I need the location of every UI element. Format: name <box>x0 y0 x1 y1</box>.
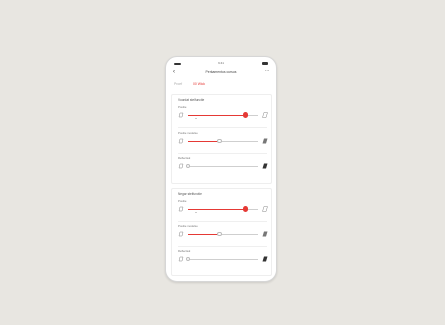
shape-large-icon <box>262 112 268 118</box>
slider-track[interactable] <box>188 138 258 144</box>
position-model-slider[interactable] <box>178 229 268 239</box>
slider-label: Positie modelse <box>178 224 198 228</box>
slider-row: Positie modelse <box>172 224 271 246</box>
slider-fill <box>188 114 246 116</box>
settings-card: Voordat stelfunctie Positie Positie mode… <box>171 94 272 184</box>
slider-row: Positie <box>172 105 271 127</box>
slider-thumb[interactable] <box>242 206 249 212</box>
status-bar: 9:41 <box>166 61 276 67</box>
slider-fill <box>188 208 246 210</box>
reflection-slider[interactable] <box>178 254 268 264</box>
row-divider <box>178 152 267 153</box>
shape-small-icon <box>178 138 184 144</box>
shape-small-icon <box>178 206 184 212</box>
slider-label: Positie <box>178 105 187 109</box>
shape-filled-icon <box>262 163 268 169</box>
shape-small-icon <box>178 163 184 169</box>
slider-row: Positie modelse <box>172 131 271 153</box>
row-divider <box>178 220 267 221</box>
battery-icon <box>262 62 268 65</box>
position-model-slider[interactable] <box>178 136 268 146</box>
slider-row: Reflectiek <box>172 249 271 271</box>
slider-thumb[interactable] <box>185 256 191 262</box>
slider-track[interactable] <box>185 163 258 169</box>
slider-thumb[interactable] <box>217 231 222 237</box>
slider-thumb[interactable] <box>217 138 222 144</box>
slider-fill <box>188 140 220 142</box>
position-slider[interactable] <box>178 204 268 214</box>
slider-label: Positie <box>178 199 187 203</box>
shape-large-icon <box>262 206 268 212</box>
slider-label: Positie modelse <box>178 131 198 135</box>
default-marker <box>195 117 198 119</box>
slider-thumb[interactable] <box>242 112 249 118</box>
shape-small-icon <box>178 256 184 262</box>
shape-small-icon <box>178 231 184 237</box>
phone-frame: 9:41 ‹ Perkamentus cursus ··· Proef 00 W… <box>165 56 277 282</box>
slider-thumb[interactable] <box>185 163 191 169</box>
tab-wick[interactable]: 00 Wick <box>193 81 205 87</box>
slider-track[interactable] <box>188 231 258 237</box>
shape-filled-icon <box>262 231 268 237</box>
default-marker <box>195 211 198 213</box>
slider-row: Positie <box>172 199 271 221</box>
page-title: Perkamentus cursus <box>205 70 237 74</box>
tab-proef[interactable]: Proef <box>174 81 182 87</box>
slider-label: Reflectiek <box>178 156 191 160</box>
slider-row: Reflectiek <box>172 156 271 178</box>
shape-filled-icon <box>262 138 268 144</box>
row-divider <box>178 126 267 127</box>
settings-card: Negar stelfunctie Positie Positie models… <box>171 188 272 276</box>
reflection-slider[interactable] <box>178 161 268 171</box>
slider-track[interactable] <box>188 206 258 213</box>
card-title: Voordat stelfunctie <box>178 98 205 102</box>
position-slider[interactable] <box>178 110 268 120</box>
nav-bar: ‹ Perkamentus cursus ··· <box>166 68 276 77</box>
slider-label: Reflectiek <box>178 249 191 253</box>
card-title: Negar stelfunctie <box>178 192 202 196</box>
row-divider <box>178 245 267 246</box>
ellipsis-icon[interactable]: ··· <box>265 68 269 75</box>
slider-track[interactable] <box>188 112 258 119</box>
shape-small-icon <box>178 112 184 118</box>
status-time: 9:41 <box>218 61 224 65</box>
slider-track[interactable] <box>185 256 258 262</box>
slider-fill <box>188 233 220 235</box>
shape-filled-icon <box>262 256 268 262</box>
